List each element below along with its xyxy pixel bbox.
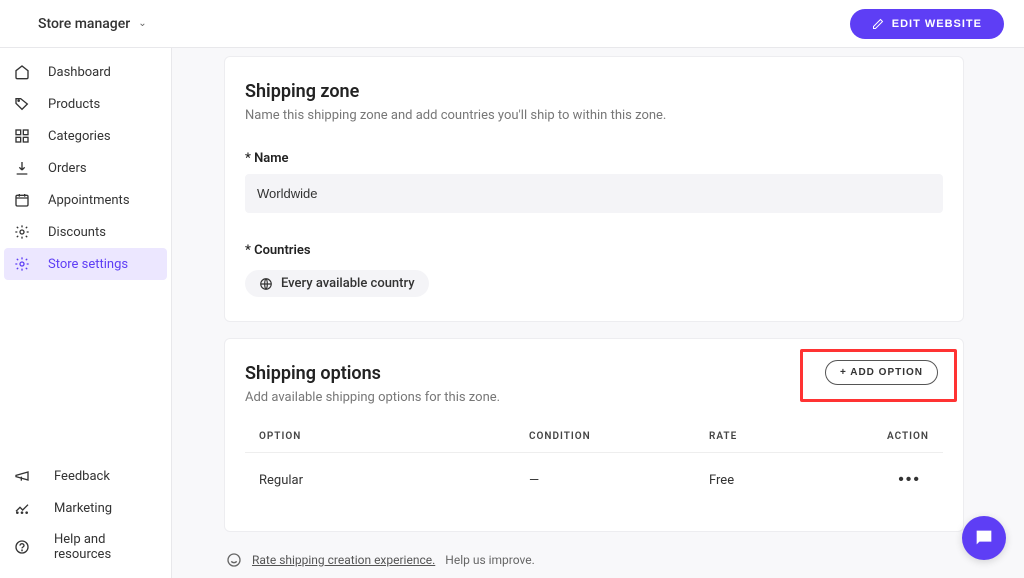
chat-widget-button[interactable] (962, 516, 1006, 560)
countries-label: * Countries (245, 243, 943, 258)
sidebar-item-orders[interactable]: Orders (4, 152, 167, 184)
globe-icon (259, 277, 273, 291)
add-option-highlight: + ADD OPTION (800, 349, 957, 402)
row-rate: Free (709, 473, 829, 488)
sidebar-item-label: Products (48, 97, 100, 112)
download-icon (14, 160, 30, 176)
sidebar-item-marketing[interactable]: Marketing (4, 492, 167, 524)
feedback-row: Rate shipping creation experience. Help … (224, 548, 964, 572)
sidebar-item-appointments[interactable]: Appointments (4, 184, 167, 216)
sidebar-item-label: Appointments (48, 193, 130, 208)
sidebar-item-label: Categories (48, 129, 111, 144)
row-condition: — (529, 473, 709, 488)
tag-icon (14, 96, 30, 112)
countries-tag[interactable]: Every available country (245, 270, 429, 297)
row-more-button[interactable]: ••• (898, 471, 929, 489)
edit-website-label: EDIT WEBSITE (892, 18, 982, 30)
sidebar-item-categories[interactable]: Categories (4, 120, 167, 152)
shipping-zone-title: Shipping zone (245, 81, 943, 102)
calendar-icon (14, 192, 30, 208)
megaphone-icon (14, 468, 30, 484)
name-label: * Name (245, 151, 943, 166)
settings-icon (14, 256, 30, 272)
row-option: Regular (259, 473, 529, 488)
table-header: OPTION CONDITION RATE ACTION (245, 421, 943, 453)
pencil-icon (872, 18, 884, 30)
sidebar-item-label: Marketing (54, 501, 112, 516)
sidebar-item-dashboard[interactable]: Dashboard (4, 56, 167, 88)
shipping-zone-card: Shipping zone Name this shipping zone an… (224, 56, 964, 322)
col-rate-header: RATE (709, 431, 829, 442)
sidebar-item-label: Feedback (54, 469, 110, 484)
zone-name-input[interactable] (245, 174, 943, 213)
topbar: Store manager ⌄ EDIT WEBSITE (0, 0, 1024, 48)
grid-icon (14, 128, 30, 144)
store-manager-dropdown[interactable]: Store manager ⌄ (38, 16, 147, 32)
sidebar-item-label: Help and resources (54, 532, 157, 562)
sidebar-item-help[interactable]: Help and resources (4, 524, 167, 570)
sidebar-item-products[interactable]: Products (4, 88, 167, 120)
shipping-options-card: Shipping options Add available shipping … (224, 338, 964, 532)
countries-tag-label: Every available country (281, 276, 415, 291)
trend-icon (14, 500, 30, 516)
shipping-zone-subtitle: Name this shipping zone and add countrie… (245, 108, 943, 123)
shipping-options-subtitle: Add available shipping options for this … (245, 390, 500, 405)
col-option-header: OPTION (259, 431, 529, 442)
gear-icon (14, 224, 30, 240)
feedback-tail: Help us improve. (445, 553, 535, 567)
home-icon (14, 64, 30, 80)
feedback-link[interactable]: Rate shipping creation experience. (252, 553, 435, 567)
col-condition-header: CONDITION (529, 431, 709, 442)
sidebar: Dashboard Products Categories Orders App… (0, 48, 172, 578)
sidebar-item-feedback[interactable]: Feedback (4, 460, 167, 492)
sidebar-item-store-settings[interactable]: Store settings (4, 248, 167, 280)
sidebar-item-label: Orders (48, 161, 87, 176)
table-row: Regular — Free ••• (245, 453, 943, 507)
add-option-button[interactable]: + ADD OPTION (825, 360, 938, 385)
main-content: Shipping zone Name this shipping zone an… (172, 48, 1024, 578)
store-manager-label: Store manager (38, 16, 130, 32)
chat-icon (973, 527, 995, 549)
help-icon (14, 539, 30, 555)
edit-website-button[interactable]: EDIT WEBSITE (850, 9, 1004, 39)
options-table: OPTION CONDITION RATE ACTION Regular — F… (245, 421, 943, 507)
shipping-options-title: Shipping options (245, 363, 500, 384)
chevron-down-icon: ⌄ (138, 18, 146, 29)
sidebar-item-label: Store settings (48, 257, 128, 272)
sidebar-item-label: Dashboard (48, 65, 111, 80)
col-action-header: ACTION (829, 431, 929, 442)
smile-icon (226, 552, 242, 568)
sidebar-item-label: Discounts (48, 225, 106, 240)
sidebar-item-discounts[interactable]: Discounts (4, 216, 167, 248)
